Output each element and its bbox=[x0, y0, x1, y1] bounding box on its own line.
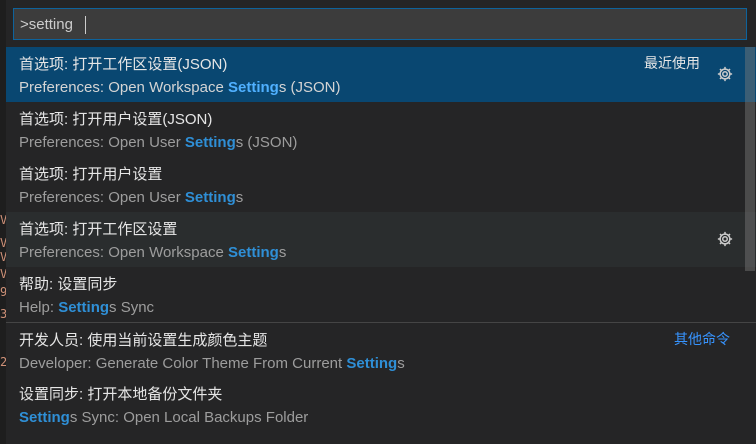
match-highlight: Setting bbox=[58, 299, 110, 316]
item-subtitle: Developer: Generate Color Theme From Cur… bbox=[19, 355, 405, 372]
gear-icon[interactable] bbox=[716, 65, 734, 83]
list-scrollbar[interactable] bbox=[745, 47, 755, 271]
item-title: 首选项: 打开工作区设置 bbox=[19, 221, 178, 238]
item-subtitle: Preferences: Open Workspace Settings bbox=[19, 244, 287, 261]
list-item-open-workspace-settings-json[interactable]: 首选项: 打开工作区设置(JSON) Preferences: Open Wor… bbox=[6, 47, 756, 102]
match-highlight: Setting bbox=[228, 79, 279, 96]
match-highlight: Setting bbox=[184, 189, 236, 206]
recently-used-badge: 最近使用 bbox=[644, 55, 700, 71]
item-title: 首选项: 打开用户设置 bbox=[19, 166, 163, 183]
other-commands-label: 其他命令 bbox=[674, 331, 730, 347]
command-input[interactable] bbox=[14, 9, 746, 39]
list-item-open-user-settings-json[interactable]: 首选项: 打开用户设置(JSON) Preferences: Open User… bbox=[6, 102, 756, 157]
match-highlight: Setting bbox=[228, 244, 279, 261]
match-highlight: Setting bbox=[346, 355, 398, 372]
item-subtitle: Settings Sync: Open Local Backups Folder bbox=[19, 409, 309, 426]
item-title: 帮助: 设置同步 bbox=[19, 276, 118, 293]
list-item-help-settings-sync[interactable]: 帮助: 设置同步 Help: Settings Sync bbox=[6, 267, 756, 322]
command-input-box bbox=[13, 8, 747, 40]
text-caret bbox=[85, 16, 86, 34]
list-item-open-workspace-settings[interactable]: 首选项: 打开工作区设置 Preferences: Open Workspace… bbox=[6, 212, 756, 267]
item-subtitle: Preferences: Open User Settings (JSON) bbox=[19, 134, 298, 151]
item-title: 首选项: 打开用户设置(JSON) bbox=[19, 111, 213, 128]
command-palette: 首选项: 打开工作区设置(JSON) Preferences: Open Wor… bbox=[6, 0, 756, 444]
item-subtitle: Preferences: Open User Settings bbox=[19, 189, 244, 206]
list-item-open-local-backups-folder[interactable]: 设置同步: 打开本地备份文件夹 Settings Sync: Open Loca… bbox=[6, 377, 756, 432]
item-title: 首选项: 打开工作区设置(JSON) bbox=[19, 56, 228, 73]
command-list: 首选项: 打开工作区设置(JSON) Preferences: Open Wor… bbox=[6, 47, 756, 432]
match-highlight: Setting bbox=[19, 409, 70, 426]
gear-icon[interactable] bbox=[716, 230, 734, 248]
list-item-open-user-settings[interactable]: 首选项: 打开用户设置 Preferences: Open User Setti… bbox=[6, 157, 756, 212]
match-highlight: Setting bbox=[184, 134, 236, 151]
list-item-generate-color-theme[interactable]: 开发人员: 使用当前设置生成颜色主题 Developer: Generate C… bbox=[6, 322, 756, 377]
item-subtitle: Help: Settings Sync bbox=[19, 299, 155, 316]
item-subtitle: Preferences: Open Workspace Settings (JS… bbox=[19, 79, 341, 96]
item-title: 开发人员: 使用当前设置生成颜色主题 bbox=[19, 332, 268, 349]
item-title: 设置同步: 打开本地备份文件夹 bbox=[19, 386, 223, 403]
